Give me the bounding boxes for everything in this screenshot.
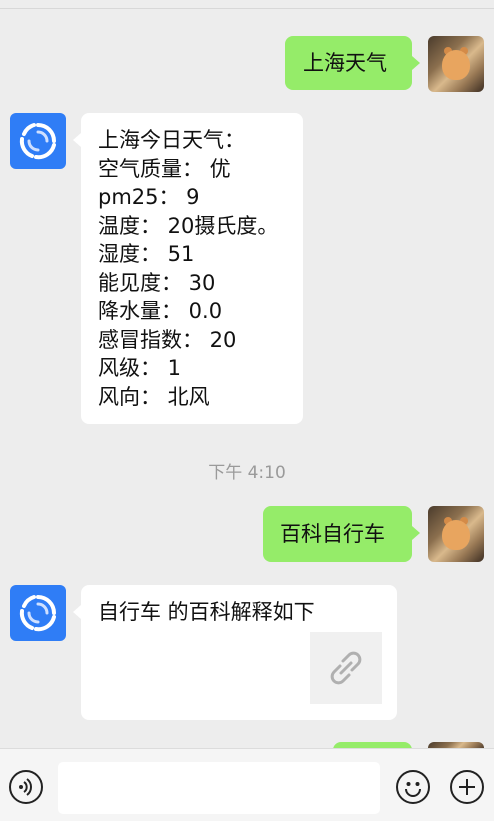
swirl-logo-icon	[19, 123, 56, 160]
bubble-tail	[73, 133, 81, 147]
bot-avatar[interactable]	[10, 585, 66, 641]
link-icon	[330, 651, 362, 685]
bubble-tail	[73, 605, 81, 619]
bubble-tail	[412, 526, 420, 540]
message-bubble-bot[interactable]: 上海今日天气： 空气质量： 优 pm25： 9 温度： 20摄氏度。 湿度： 5…	[81, 113, 303, 424]
message-timestamp: 下午 4:10	[208, 463, 286, 483]
weather-line: 风向： 北风	[98, 384, 210, 409]
weather-line: pm25： 9	[98, 185, 200, 209]
voice-button[interactable]	[9, 770, 43, 804]
weather-line: 上海今日天气：	[98, 128, 245, 152]
weather-line: 感冒指数： 20	[98, 327, 237, 352]
voice-icon	[19, 778, 32, 796]
top-divider	[0, 0, 494, 9]
emoji-icon	[405, 782, 421, 797]
weather-line: 风级： 1	[98, 356, 182, 380]
add-button[interactable]	[450, 770, 484, 804]
user-avatar[interactable]	[428, 36, 484, 92]
weather-line: 降水量： 0.0	[98, 299, 223, 323]
message-text: 上海天气	[303, 51, 387, 75]
input-bar	[0, 748, 494, 821]
swirl-logo-icon	[19, 595, 56, 632]
user-avatar[interactable]	[428, 506, 484, 562]
bot-avatar[interactable]	[10, 113, 66, 169]
weather-line: 空气质量： 优	[98, 156, 231, 181]
message-text: 百科自行车	[280, 522, 385, 546]
weather-line: 温度： 20摄氏度。	[98, 213, 279, 238]
bubble-tail	[412, 56, 420, 70]
message-bubble-user[interactable]: 百科自行车	[263, 506, 412, 562]
message-bubble-user[interactable]: 上海天气	[285, 36, 412, 90]
weather-line: 能见度： 30	[98, 270, 216, 295]
link-thumbnail[interactable]	[310, 632, 382, 704]
link-card-title: 自行车 的百科解释如下	[98, 600, 315, 624]
emoji-button[interactable]	[396, 770, 430, 804]
weather-line: 湿度： 51	[98, 242, 195, 266]
plus-icon	[459, 779, 475, 795]
message-input[interactable]	[58, 762, 380, 814]
